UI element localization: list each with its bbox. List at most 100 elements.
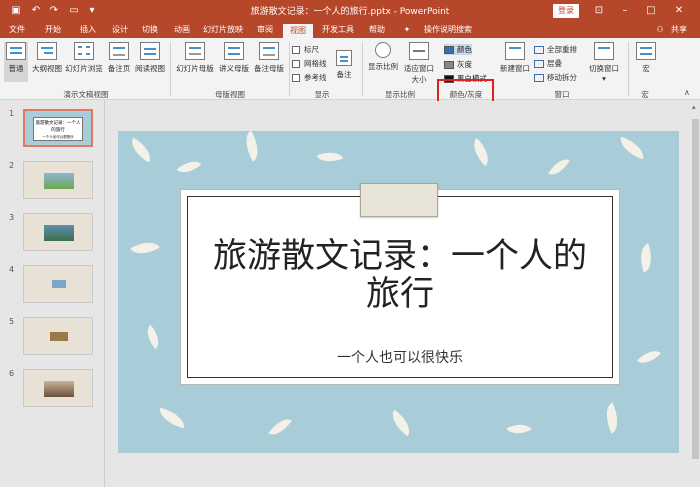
notes-master-button[interactable]: 备注母版 (252, 42, 286, 74)
leaf-pattern (316, 147, 344, 167)
arrange-all-label: 全部重排 (547, 45, 577, 54)
tab-review[interactable]: 审阅 (252, 24, 278, 38)
title-bar: ▣ ↶ ↷ ▭ ▾ 旅游散文记录：一个人的旅行.pptx - PowerPoin… (0, 0, 700, 22)
slide-master-label: 幻灯片母版 (176, 64, 214, 73)
new-window-button[interactable]: 新建窗口 (498, 42, 532, 74)
guides-checkbox[interactable]: 参考线 (292, 72, 327, 83)
zoom-button[interactable]: 显示比例 (366, 42, 400, 72)
macros-label: 宏 (642, 64, 650, 73)
slide-master-icon (185, 42, 205, 60)
notes-master-label: 备注母版 (254, 64, 284, 73)
separator (362, 42, 363, 96)
leaf-pattern (599, 402, 625, 434)
reading-view-icon (140, 42, 160, 60)
outline-view-icon (37, 42, 57, 60)
tell-me-search[interactable]: 操作说明搜索 (416, 24, 480, 38)
slide-thumbnail-3[interactable] (23, 213, 93, 251)
chevron-down-icon: ▾ (602, 74, 606, 83)
share-icon[interactable]: ⚇ (655, 24, 665, 38)
macros-button[interactable]: 宏 (634, 42, 658, 74)
current-slide[interactable]: 旅游散文记录：一个人的旅行 一个人也可以很快乐 (118, 131, 679, 453)
slide-master-button[interactable]: 幻灯片母版 (174, 42, 216, 74)
arrange-all-button[interactable]: 全部重排 (534, 44, 577, 55)
tab-animations[interactable]: 动画 (169, 24, 195, 38)
cascade-label: 层叠 (547, 59, 562, 68)
notes-icon (336, 50, 352, 66)
leaf-pattern (636, 344, 662, 370)
normal-view-label: 普通 (8, 64, 24, 73)
tab-slideshow[interactable]: 幻灯片放映 (201, 24, 245, 38)
close-icon[interactable]: ✕ (668, 3, 690, 19)
notes-page-label: 备注页 (107, 64, 131, 73)
switch-windows-icon (594, 42, 614, 60)
notes-page-button[interactable]: 备注页 (104, 42, 134, 74)
tab-view[interactable]: 视图 (283, 24, 313, 38)
tab-design[interactable]: 设计 (107, 24, 133, 38)
slide-thumbnail-2[interactable] (23, 161, 93, 199)
slide-thumbnail-4[interactable] (23, 265, 93, 303)
notes-button[interactable]: 备注 (333, 50, 355, 80)
maximize-icon[interactable]: □ (640, 3, 662, 19)
move-split-button[interactable]: 移动拆分 (534, 72, 577, 83)
handout-master-label: 讲义母版 (219, 64, 249, 73)
move-split-label: 移动拆分 (547, 73, 577, 82)
color-swatch-icon (444, 46, 454, 54)
slide-number: 4 (9, 265, 15, 274)
window-group-label: 窗口 (554, 90, 570, 99)
grayscale-label: 灰度 (457, 60, 472, 69)
outline-view-button[interactable]: 大纲视图 (30, 42, 64, 74)
login-button[interactable]: 登录 (553, 4, 579, 18)
slide-thumbnail-panel: 1 旅游散文记录：一个人的旅行 一个人也可以很快乐 2 3 4 5 6 (0, 101, 105, 487)
tab-file[interactable]: 文件 (4, 24, 30, 38)
ribbon-tabs: 文件 开始 插入 设计 切换 动画 幻灯片放映 审阅 视图 开发工具 帮助 ✦ … (0, 22, 700, 38)
slide-thumbnail-1[interactable]: 旅游散文记录：一个人的旅行 一个人也可以很快乐 (23, 109, 93, 147)
fit-to-window-icon (409, 42, 429, 60)
macros-group-label: 宏 (641, 90, 649, 99)
new-window-icon (505, 42, 525, 60)
slide-title[interactable]: 旅游散文记录：一个人的旅行 (200, 237, 600, 313)
zoom-group-label: 显示比例 (385, 90, 415, 99)
macros-icon (636, 42, 656, 60)
switch-windows-button[interactable]: 切换窗口 ▾ (584, 42, 624, 83)
color-button[interactable]: 颜色 (444, 44, 472, 55)
title-placeholder[interactable]: 旅游散文记录：一个人的旅行 一个人也可以很快乐 (180, 189, 620, 385)
vertical-scrollbar[interactable]: ▴ (691, 101, 700, 487)
slide-editor: 旅游散文记录：一个人的旅行 一个人也可以很快乐 (106, 101, 691, 487)
ruler-checkbox[interactable]: 标尺 (292, 44, 319, 55)
cascade-button[interactable]: 层叠 (534, 58, 562, 69)
scroll-up-icon[interactable]: ▴ (692, 103, 696, 111)
leaf-pattern (130, 235, 160, 261)
tab-home[interactable]: 开始 (40, 24, 66, 38)
slide-sorter-label: 幻灯片浏览 (65, 64, 103, 73)
show-group-label: 显示 (314, 90, 330, 99)
slide-number: 3 (9, 213, 15, 222)
slide-thumbnail-5[interactable] (23, 317, 93, 355)
tab-insert[interactable]: 插入 (75, 24, 101, 38)
handout-master-button[interactable]: 讲义母版 (216, 42, 252, 74)
reading-view-button[interactable]: 阅读视图 (134, 42, 166, 74)
tab-developer[interactable]: 开发工具 (318, 24, 358, 38)
gridlines-checkbox[interactable]: 网格线 (292, 58, 327, 69)
tape-decoration (360, 183, 438, 217)
slide-sorter-icon (74, 42, 94, 60)
scrollbar-thumb[interactable] (692, 119, 699, 459)
thumbnail-subtitle: 一个人也可以很快乐 (42, 135, 74, 139)
grayscale-button[interactable]: 灰度 (444, 59, 472, 70)
lightbulb-icon: ✦ (403, 25, 411, 34)
landscape-image (52, 280, 66, 288)
slide-sorter-button[interactable]: 幻灯片浏览 (64, 42, 104, 74)
collapse-ribbon-icon[interactable]: ∧ (684, 88, 690, 97)
minimize-icon[interactable]: – (614, 3, 636, 19)
fit-to-window-button[interactable]: 适应窗口大小 (402, 42, 436, 85)
ribbon-display-icon[interactable]: ⊡ (588, 3, 610, 19)
slide-thumbnail-6[interactable] (23, 369, 93, 407)
tab-help[interactable]: 帮助 (364, 24, 390, 38)
new-window-label: 新建窗口 (500, 64, 530, 73)
share-button[interactable]: 共享 (668, 24, 690, 38)
slide-subtitle[interactable]: 一个人也可以很快乐 (188, 347, 612, 367)
notes-master-icon (259, 42, 279, 60)
normal-view-button[interactable]: 普通 (4, 42, 28, 82)
tab-transitions[interactable]: 切换 (137, 24, 163, 38)
masters-group-label: 母版视图 (215, 90, 245, 99)
landscape-image (44, 225, 74, 241)
